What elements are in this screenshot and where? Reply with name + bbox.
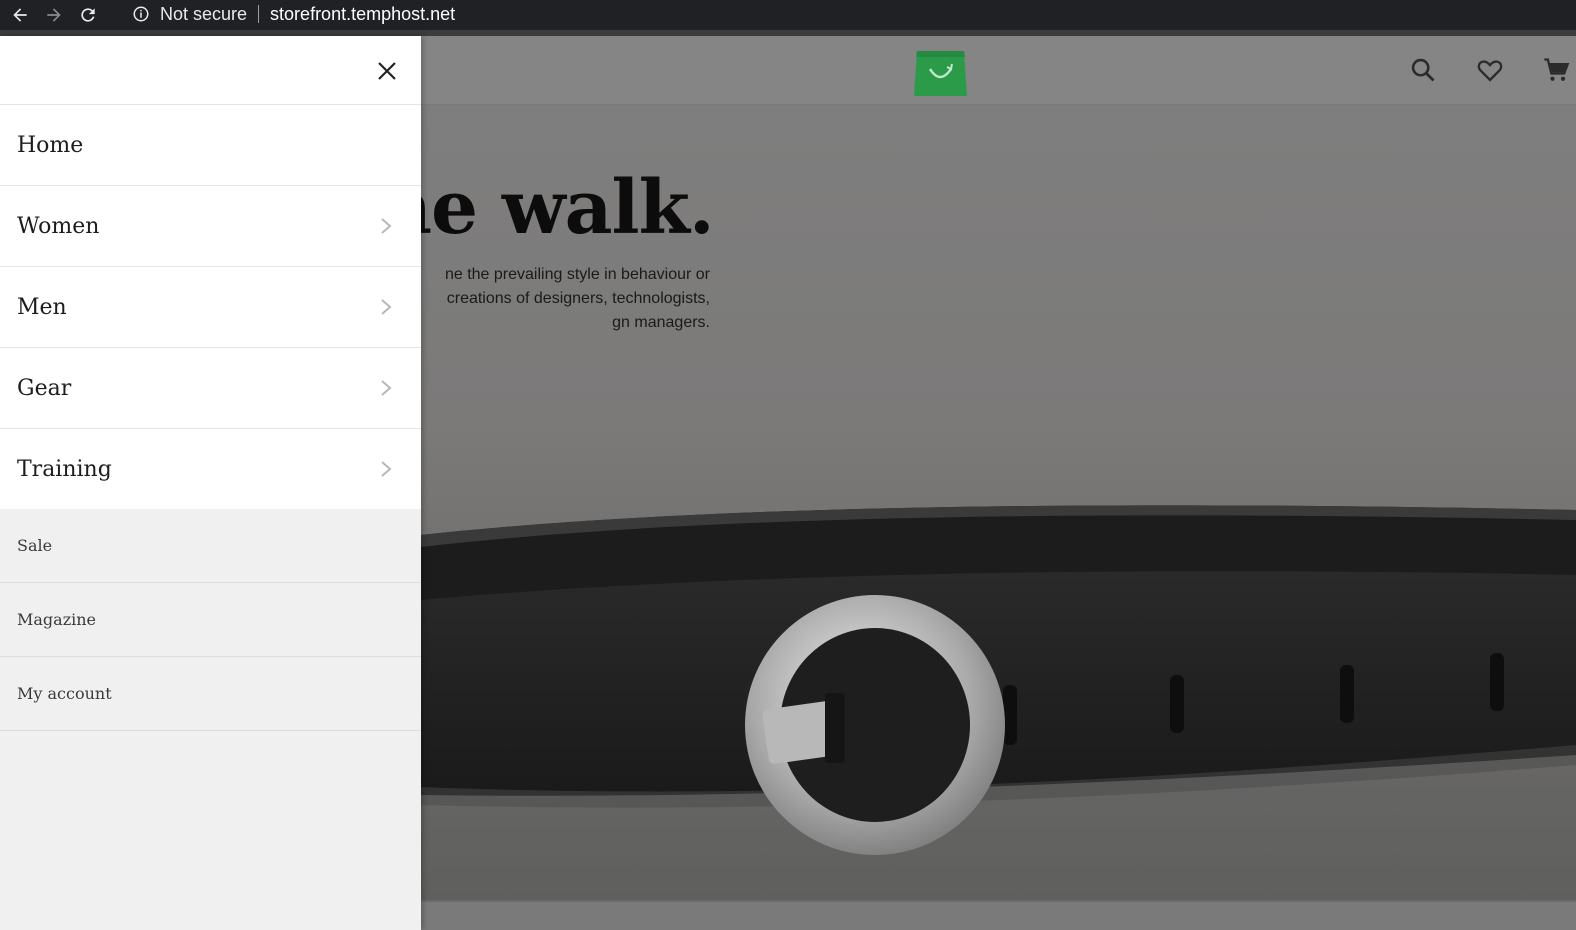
menu-item-label: Magazine [17,610,97,629]
cart-icon[interactable] [1542,56,1570,84]
back-button[interactable] [6,2,34,28]
menu-item-label: Women [17,213,100,239]
menu-item-label: Home [17,132,84,158]
close-icon [378,62,396,80]
heart-icon[interactable] [1476,56,1504,84]
url-text[interactable]: storefront.temphost.net [270,4,455,25]
menu-item-sale[interactable]: Sale [0,509,421,583]
chevron-right-icon [379,297,393,317]
menu-item-women[interactable]: Women [0,186,421,267]
menu-item-gear[interactable]: Gear [0,348,421,429]
menu-item-label: Gear [17,375,72,401]
primary-menu: Home Women Men Gear Training [0,105,421,509]
secondary-menu: Sale Magazine My account [0,509,421,731]
menu-item-label: Men [17,294,67,320]
reload-icon [81,8,95,22]
menu-item-men[interactable]: Men [0,267,421,348]
chevron-right-icon [379,378,393,398]
address-bar[interactable]: Not secure storefront.temphost.net [120,0,1576,28]
browser-toolbar: Not secure storefront.temphost.net [0,0,1576,30]
menu-item-training[interactable]: Training [0,429,421,509]
close-drawer-button[interactable] [372,56,402,86]
menu-item-magazine[interactable]: Magazine [0,583,421,657]
chevron-right-icon [379,216,393,236]
forward-arrow-icon [47,8,61,22]
menu-item-home[interactable]: Home [0,105,421,186]
back-arrow-icon [13,8,27,22]
drawer-header [0,36,421,105]
menu-item-label: My account [17,684,112,703]
reload-button[interactable] [74,2,102,28]
search-icon[interactable] [1409,56,1437,84]
shopping-bag-logo[interactable] [913,45,968,96]
info-icon[interactable] [132,5,150,23]
address-divider [258,5,260,23]
navigation-drawer: Home Women Men Gear Training Sale Magazi… [0,36,421,930]
forward-button[interactable] [40,2,68,28]
menu-item-label: Sale [17,536,53,555]
menu-item-my-account[interactable]: My account [0,657,421,731]
chevron-right-icon [379,459,393,479]
security-label: Not secure [160,3,248,24]
menu-item-label: Training [17,456,112,482]
